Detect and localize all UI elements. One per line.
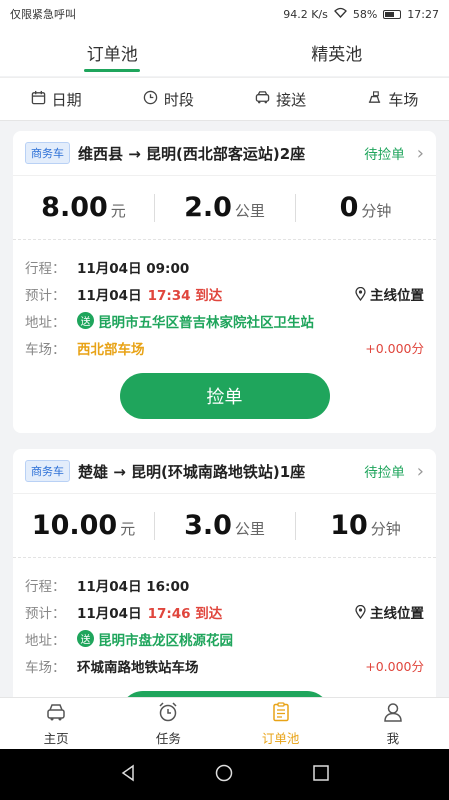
address-row: 地址： 送 昆明市盘龙区桃源花园 [25,625,424,652]
depot-name: 环城南路地铁站车场 [77,659,199,676]
system-nav-bar [0,749,449,800]
send-tag-icon: 送 [77,312,94,329]
price-value: 8.00 [41,192,108,223]
depot-row: 车场： 环城南路地铁站车场 +0.000分 [25,652,424,679]
main-location-link[interactable]: 主线位置 [355,284,424,304]
address-text: 昆明市五华区普吉林家院社区卫生站 [98,314,314,331]
filter-bar: 日期 时段 接送 车场 [0,77,449,121]
clock-time: 17:27 [407,7,439,21]
order-card[interactable]: 商务车 楚雄 → 昆明(环城南路地铁站)1座 待捡单 › 10.00 元 3.0 公… [13,449,436,697]
price-value: 10.00 [31,510,118,541]
battery-icon [383,9,402,19]
extra-score: +0.000分 [365,341,424,356]
distance-unit: 公里 [234,520,265,538]
user-icon [382,701,404,726]
depot-row: 车场： 西北部车场 +0.000分 [25,334,424,361]
filter-depot-label: 车场 [388,90,419,109]
trip-row: 行程： 11月04日 09:00 [25,253,424,280]
car-home-icon [45,701,67,726]
clipboard-icon [270,701,292,726]
send-tag-icon: 送 [77,630,94,647]
nav-tasks[interactable]: 任务 [112,698,224,749]
battery-percent: 58% [352,7,378,21]
trip-row: 行程： 11月04日 16:00 [25,571,424,598]
address-row: 地址： 送 昆明市五华区普吉林家院社区卫生站 [25,307,424,334]
filter-pickup-label: 接送 [276,90,307,109]
route-title: 楚雄 → 昆明(环城南路地铁站)1座 [78,462,306,481]
parking-icon [367,90,382,109]
filter-pickup[interactable]: 接送 [225,78,337,120]
vehicle-type-badge: 商务车 [25,460,70,482]
route-title: 维西县 → 昆明(西北部客运站)2座 [78,144,306,163]
nav-order-pool-label: 订单池 [261,730,300,746]
back-icon[interactable] [119,764,137,786]
status-bar: 仅限紧急呼叫 94.2 K/s 58% 17:27 [0,0,449,28]
nav-order-pool[interactable]: 订单池 [225,698,337,749]
divider [13,557,436,569]
filter-time-label: 时段 [163,90,194,109]
network-speed: 94.2 K/s [283,7,328,21]
filter-date-label: 日期 [51,90,82,109]
distance-value: 3.0 [184,510,232,541]
nav-tasks-label: 任务 [155,730,181,746]
duration-value: 0 [339,192,359,223]
eta-arrive: 17:34 到达 [147,287,223,304]
order-status: 待捡单 [364,147,405,163]
trip-time: 11月04日 09:00 [77,260,190,277]
chevron-right-icon[interactable]: › [417,143,424,164]
order-status: 待捡单 [364,465,405,481]
order-metrics: 8.00 元 2.0 公里 0 分钟 [13,175,436,239]
chevron-right-icon[interactable]: › [417,461,424,482]
tab-order-pool[interactable]: 订单池 [0,28,225,76]
duration-unit: 分钟 [370,520,401,538]
location-pin-icon [355,286,366,301]
eta-date: 11月04日 [77,605,142,622]
emergency-only-text: 仅限紧急呼叫 [10,8,76,21]
order-list[interactable]: 商务车 维西县 → 昆明(西北部客运站)2座 待捡单 › 8.00 元 2.0 公里… [0,121,449,697]
eta-date: 11月04日 [77,287,142,304]
home-circle-icon[interactable] [215,764,233,786]
vehicle-type-badge: 商务车 [25,142,70,164]
grab-order-button[interactable]: 捡单 [119,373,330,419]
divider [13,239,436,251]
recents-square-icon[interactable] [312,764,330,786]
filter-depot[interactable]: 车场 [337,78,449,120]
location-pin-icon [355,604,366,619]
clock-icon [143,90,158,109]
duration-value: 10 [330,510,368,541]
trip-time: 11月04日 16:00 [77,578,190,595]
extra-score: +0.000分 [365,659,424,674]
eta-row: 预计： 11月04日 17:46 到达 主线位置 [25,598,424,625]
eta-arrive: 17:46 到达 [147,605,223,622]
order-card[interactable]: 商务车 维西县 → 昆明(西北部客运站)2座 待捡单 › 8.00 元 2.0 公里… [13,131,436,433]
nav-me-label: 我 [386,730,400,746]
distance-value: 2.0 [184,192,232,223]
tab-elite-pool[interactable]: 精英池 [225,28,449,76]
filter-date[interactable]: 日期 [0,78,112,120]
calendar-icon [31,90,46,109]
main-location-link[interactable]: 主线位置 [355,602,424,622]
price-unit: 元 [110,202,126,220]
distance-unit: 公里 [234,202,265,220]
car-icon [255,90,270,109]
wifi-icon [333,7,347,21]
bottom-nav: 主页 任务 订单池 我 [0,697,449,749]
nav-me[interactable]: 我 [337,698,449,749]
duration-unit: 分钟 [361,202,392,220]
order-metrics: 10.00 元 3.0 公里 10 分钟 [13,493,436,557]
filter-time-slot[interactable]: 时段 [112,78,224,120]
alarm-icon [157,701,179,726]
nav-home-label: 主页 [43,730,69,746]
address-text: 昆明市盘龙区桃源花园 [98,632,233,649]
nav-home[interactable]: 主页 [0,698,112,749]
depot-name: 西北部车场 [77,341,145,358]
top-tabs: 订单池 精英池 [0,28,449,76]
eta-row: 预计： 11月04日 17:34 到达 主线位置 [25,280,424,307]
price-unit: 元 [120,520,136,538]
